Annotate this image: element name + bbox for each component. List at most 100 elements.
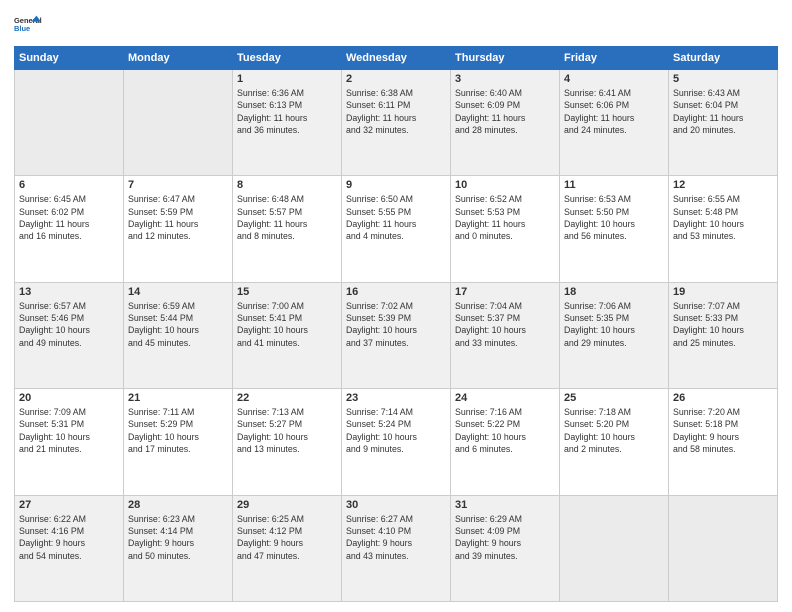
day-number: 21 bbox=[128, 392, 228, 404]
day-number: 2 bbox=[346, 73, 446, 85]
day-info: Sunrise: 6:23 AM Sunset: 4:14 PM Dayligh… bbox=[128, 513, 228, 562]
calendar-day-cell: 13 Sunrise: 6:57 AM Sunset: 5:46 PM Dayli… bbox=[15, 282, 124, 388]
day-number: 10 bbox=[455, 179, 555, 191]
logo-icon: GeneralBlue bbox=[14, 10, 42, 38]
day-number: 31 bbox=[455, 499, 555, 511]
day-info: Sunrise: 6:41 AM Sunset: 6:06 PM Dayligh… bbox=[564, 87, 664, 136]
weekday-header: Monday bbox=[124, 47, 233, 70]
day-number: 8 bbox=[237, 179, 337, 191]
calendar-day-cell: 16 Sunrise: 7:02 AM Sunset: 5:39 PM Dayli… bbox=[342, 282, 451, 388]
calendar-day-cell bbox=[560, 495, 669, 601]
calendar-day-cell: 5 Sunrise: 6:43 AM Sunset: 6:04 PM Daylig… bbox=[669, 70, 778, 176]
day-number: 14 bbox=[128, 286, 228, 298]
calendar-day-cell: 7 Sunrise: 6:47 AM Sunset: 5:59 PM Daylig… bbox=[124, 176, 233, 282]
day-info: Sunrise: 6:50 AM Sunset: 5:55 PM Dayligh… bbox=[346, 193, 446, 242]
calendar-day-cell: 25 Sunrise: 7:18 AM Sunset: 5:20 PM Dayli… bbox=[560, 389, 669, 495]
calendar-table: SundayMondayTuesdayWednesdayThursdayFrid… bbox=[14, 46, 778, 602]
day-number: 12 bbox=[673, 179, 773, 191]
day-number: 24 bbox=[455, 392, 555, 404]
day-number: 13 bbox=[19, 286, 119, 298]
day-number: 17 bbox=[455, 286, 555, 298]
calendar-day-cell: 8 Sunrise: 6:48 AM Sunset: 5:57 PM Daylig… bbox=[233, 176, 342, 282]
day-number: 29 bbox=[237, 499, 337, 511]
day-number: 23 bbox=[346, 392, 446, 404]
calendar-day-cell: 22 Sunrise: 7:13 AM Sunset: 5:27 PM Dayli… bbox=[233, 389, 342, 495]
weekday-header: Thursday bbox=[451, 47, 560, 70]
day-number: 22 bbox=[237, 392, 337, 404]
calendar-day-cell: 20 Sunrise: 7:09 AM Sunset: 5:31 PM Dayli… bbox=[15, 389, 124, 495]
day-number: 26 bbox=[673, 392, 773, 404]
day-number: 19 bbox=[673, 286, 773, 298]
calendar-day-cell: 2 Sunrise: 6:38 AM Sunset: 6:11 PM Daylig… bbox=[342, 70, 451, 176]
day-info: Sunrise: 7:09 AM Sunset: 5:31 PM Dayligh… bbox=[19, 406, 119, 455]
calendar-day-cell: 31Sunrise: 6:29 AM Sunset: 4:09 PM Dayli… bbox=[451, 495, 560, 601]
day-number: 5 bbox=[673, 73, 773, 85]
calendar-day-cell: 17 Sunrise: 7:04 AM Sunset: 5:37 PM Dayli… bbox=[451, 282, 560, 388]
day-number: 15 bbox=[237, 286, 337, 298]
day-number: 11 bbox=[564, 179, 664, 191]
calendar-day-cell: 12 Sunrise: 6:55 AM Sunset: 5:48 PM Dayli… bbox=[669, 176, 778, 282]
calendar-day-cell: 28Sunrise: 6:23 AM Sunset: 4:14 PM Dayli… bbox=[124, 495, 233, 601]
weekday-header: Friday bbox=[560, 47, 669, 70]
calendar-day-cell bbox=[669, 495, 778, 601]
calendar-day-cell: 24 Sunrise: 7:16 AM Sunset: 5:22 PM Dayli… bbox=[451, 389, 560, 495]
day-info: Sunrise: 6:36 AM Sunset: 6:13 PM Dayligh… bbox=[237, 87, 337, 136]
weekday-header: Tuesday bbox=[233, 47, 342, 70]
day-info: Sunrise: 6:27 AM Sunset: 4:10 PM Dayligh… bbox=[346, 513, 446, 562]
calendar-day-cell: 11 Sunrise: 6:53 AM Sunset: 5:50 PM Dayli… bbox=[560, 176, 669, 282]
day-info: Sunrise: 6:25 AM Sunset: 4:12 PM Dayligh… bbox=[237, 513, 337, 562]
day-info: Sunrise: 6:43 AM Sunset: 6:04 PM Dayligh… bbox=[673, 87, 773, 136]
day-info: Sunrise: 7:00 AM Sunset: 5:41 PM Dayligh… bbox=[237, 300, 337, 349]
calendar-day-cell: 1 Sunrise: 6:36 AM Sunset: 6:13 PM Daylig… bbox=[233, 70, 342, 176]
day-number: 25 bbox=[564, 392, 664, 404]
calendar-week-row: 13 Sunrise: 6:57 AM Sunset: 5:46 PM Dayli… bbox=[15, 282, 778, 388]
day-info: Sunrise: 7:04 AM Sunset: 5:37 PM Dayligh… bbox=[455, 300, 555, 349]
page: GeneralBlue SundayMondayTuesdayWednesday… bbox=[0, 0, 792, 612]
calendar-day-cell: 14 Sunrise: 6:59 AM Sunset: 5:44 PM Dayli… bbox=[124, 282, 233, 388]
calendar-day-cell: 27Sunrise: 6:22 AM Sunset: 4:16 PM Dayli… bbox=[15, 495, 124, 601]
calendar-day-cell: 6Sunrise: 6:45 AM Sunset: 6:02 PM Daylig… bbox=[15, 176, 124, 282]
calendar-body: 1 Sunrise: 6:36 AM Sunset: 6:13 PM Daylig… bbox=[15, 70, 778, 602]
day-number: 1 bbox=[237, 73, 337, 85]
calendar-day-cell: 3 Sunrise: 6:40 AM Sunset: 6:09 PM Daylig… bbox=[451, 70, 560, 176]
day-info: Sunrise: 6:59 AM Sunset: 5:44 PM Dayligh… bbox=[128, 300, 228, 349]
day-info: Sunrise: 7:20 AM Sunset: 5:18 PM Dayligh… bbox=[673, 406, 773, 455]
day-info: Sunrise: 6:40 AM Sunset: 6:09 PM Dayligh… bbox=[455, 87, 555, 136]
day-number: 18 bbox=[564, 286, 664, 298]
day-info: Sunrise: 6:52 AM Sunset: 5:53 PM Dayligh… bbox=[455, 193, 555, 242]
day-info: Sunrise: 6:53 AM Sunset: 5:50 PM Dayligh… bbox=[564, 193, 664, 242]
weekday-header: Sunday bbox=[15, 47, 124, 70]
calendar-day-cell: 26 Sunrise: 7:20 AM Sunset: 5:18 PM Dayli… bbox=[669, 389, 778, 495]
day-info: Sunrise: 7:16 AM Sunset: 5:22 PM Dayligh… bbox=[455, 406, 555, 455]
calendar-week-row: 20 Sunrise: 7:09 AM Sunset: 5:31 PM Dayli… bbox=[15, 389, 778, 495]
day-info: Sunrise: 7:13 AM Sunset: 5:27 PM Dayligh… bbox=[237, 406, 337, 455]
calendar-day-cell: 23 Sunrise: 7:14 AM Sunset: 5:24 PM Dayli… bbox=[342, 389, 451, 495]
weekday-header: Wednesday bbox=[342, 47, 451, 70]
day-number: 9 bbox=[346, 179, 446, 191]
day-info: Sunrise: 6:55 AM Sunset: 5:48 PM Dayligh… bbox=[673, 193, 773, 242]
day-number: 7 bbox=[128, 179, 228, 191]
calendar-week-row: 6Sunrise: 6:45 AM Sunset: 6:02 PM Daylig… bbox=[15, 176, 778, 282]
day-info: Sunrise: 7:18 AM Sunset: 5:20 PM Dayligh… bbox=[564, 406, 664, 455]
weekday-header: Saturday bbox=[669, 47, 778, 70]
day-number: 16 bbox=[346, 286, 446, 298]
day-number: 20 bbox=[19, 392, 119, 404]
day-info: Sunrise: 7:02 AM Sunset: 5:39 PM Dayligh… bbox=[346, 300, 446, 349]
day-info: Sunrise: 6:22 AM Sunset: 4:16 PM Dayligh… bbox=[19, 513, 119, 562]
calendar-day-cell: 4 Sunrise: 6:41 AM Sunset: 6:06 PM Daylig… bbox=[560, 70, 669, 176]
svg-text:Blue: Blue bbox=[14, 24, 30, 33]
calendar-day-cell bbox=[124, 70, 233, 176]
day-info: Sunrise: 6:48 AM Sunset: 5:57 PM Dayligh… bbox=[237, 193, 337, 242]
calendar-day-cell: 18Sunrise: 7:06 AM Sunset: 5:35 PM Dayli… bbox=[560, 282, 669, 388]
day-info: Sunrise: 7:14 AM Sunset: 5:24 PM Dayligh… bbox=[346, 406, 446, 455]
calendar-day-cell: 19Sunrise: 7:07 AM Sunset: 5:33 PM Dayli… bbox=[669, 282, 778, 388]
day-number: 3 bbox=[455, 73, 555, 85]
day-number: 30 bbox=[346, 499, 446, 511]
day-info: Sunrise: 6:38 AM Sunset: 6:11 PM Dayligh… bbox=[346, 87, 446, 136]
day-info: Sunrise: 6:57 AM Sunset: 5:46 PM Dayligh… bbox=[19, 300, 119, 349]
calendar-header-row: SundayMondayTuesdayWednesdayThursdayFrid… bbox=[15, 47, 778, 70]
calendar-day-cell: 21Sunrise: 7:11 AM Sunset: 5:29 PM Dayli… bbox=[124, 389, 233, 495]
calendar-day-cell: 15 Sunrise: 7:00 AM Sunset: 5:41 PM Dayli… bbox=[233, 282, 342, 388]
day-number: 4 bbox=[564, 73, 664, 85]
day-info: Sunrise: 6:47 AM Sunset: 5:59 PM Dayligh… bbox=[128, 193, 228, 242]
